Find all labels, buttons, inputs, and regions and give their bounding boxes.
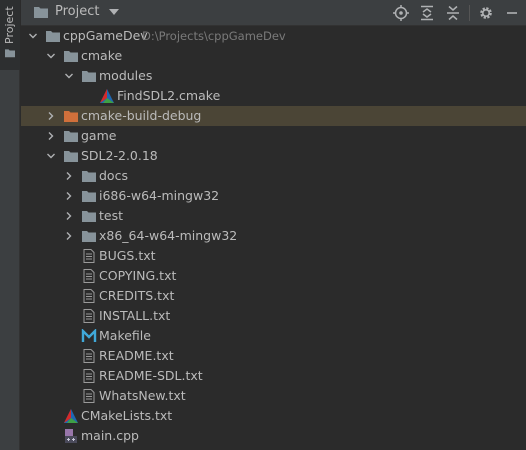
project-tool-tab-label: Project bbox=[3, 6, 16, 44]
chevron-down-icon[interactable] bbox=[46, 151, 56, 161]
tree-item-game[interactable]: game bbox=[21, 126, 526, 146]
chevron-right-icon[interactable] bbox=[64, 231, 74, 241]
tree-item-findsdl2[interactable]: FindSDL2.cmake bbox=[21, 86, 526, 106]
tree-item-cmakelists[interactable]: CMakeLists.txt bbox=[21, 406, 526, 426]
tree-item-test[interactable]: test bbox=[21, 206, 526, 226]
tree-item-label: modules bbox=[99, 68, 153, 83]
tree-item-whatsnew[interactable]: WhatsNew.txt bbox=[21, 386, 526, 406]
project-header: Project bbox=[21, 0, 526, 26]
folder-icon bbox=[4, 48, 16, 58]
chevron-right-icon[interactable] bbox=[64, 211, 74, 221]
chevron-down-icon[interactable] bbox=[28, 31, 38, 41]
tree-item-label: game bbox=[81, 128, 117, 143]
folder-icon bbox=[81, 229, 97, 243]
tree-item-label: cppGameDev bbox=[63, 28, 148, 43]
tree-item-label: README-SDL.txt bbox=[99, 368, 203, 383]
tree-item-install[interactable]: INSTALL.txt bbox=[21, 306, 526, 326]
project-view-selector[interactable]: Project bbox=[33, 4, 120, 19]
makefile-icon bbox=[81, 329, 97, 342]
tree-item-label: x86_64-w64-mingw32 bbox=[99, 228, 238, 243]
tree-item-bugs[interactable]: BUGS.txt bbox=[21, 246, 526, 266]
text-file-icon bbox=[81, 269, 97, 283]
tree-item-label: SDL2-2.0.18 bbox=[81, 148, 158, 163]
tree-item-main-cpp[interactable]: main.cpp bbox=[21, 426, 526, 446]
locate-icon[interactable] bbox=[392, 4, 410, 22]
expand-all-icon[interactable] bbox=[418, 4, 436, 22]
tree-item-docs[interactable]: docs bbox=[21, 166, 526, 186]
project-title: Project bbox=[55, 4, 100, 19]
project-tree: cppGameDev D:\Projects\cppGameDev cmake … bbox=[21, 26, 526, 450]
tree-item-label: i686-w64-mingw32 bbox=[99, 188, 220, 203]
excluded-folder-icon bbox=[63, 109, 79, 123]
tree-item-label: Makefile bbox=[99, 328, 151, 343]
folder-icon bbox=[33, 5, 49, 19]
chevron-right-icon[interactable] bbox=[64, 171, 74, 181]
tree-item-copying[interactable]: COPYING.txt bbox=[21, 266, 526, 286]
collapse-all-icon[interactable] bbox=[444, 4, 462, 22]
cpp-file-icon bbox=[65, 429, 77, 443]
chevron-right-icon[interactable] bbox=[64, 191, 74, 201]
tree-item-readme-sdl[interactable]: README-SDL.txt bbox=[21, 366, 526, 386]
tree-item-i686[interactable]: i686-w64-mingw32 bbox=[21, 186, 526, 206]
cmake-icon bbox=[63, 409, 79, 423]
tree-item-cmake[interactable]: cmake bbox=[21, 46, 526, 66]
chevron-down-icon[interactable] bbox=[46, 51, 56, 61]
tree-item-cmake-build-debug[interactable]: cmake-build-debug bbox=[21, 106, 526, 126]
text-file-icon bbox=[81, 349, 97, 363]
tree-item-label: FindSDL2.cmake bbox=[117, 88, 221, 103]
project-tool-tab[interactable]: Project bbox=[0, 0, 20, 70]
tree-item-label: README.txt bbox=[99, 348, 174, 363]
minimize-icon[interactable] bbox=[503, 4, 521, 22]
text-file-icon bbox=[81, 309, 97, 323]
folder-icon bbox=[45, 29, 61, 43]
chevron-down-icon[interactable] bbox=[64, 71, 74, 81]
tree-item-label: WhatsNew.txt bbox=[99, 388, 186, 403]
text-file-icon bbox=[81, 389, 97, 403]
tree-item-label: COPYING.txt bbox=[99, 268, 177, 283]
chevron-right-icon[interactable] bbox=[46, 131, 56, 141]
tool-window-strip: Project bbox=[0, 0, 20, 450]
cmake-icon bbox=[99, 89, 115, 103]
tree-item-x86[interactable]: x86_64-w64-mingw32 bbox=[21, 226, 526, 246]
folder-icon bbox=[81, 169, 97, 183]
text-file-icon bbox=[81, 249, 97, 263]
tree-item-sdl2[interactable]: SDL2-2.0.18 bbox=[21, 146, 526, 166]
gear-icon[interactable] bbox=[477, 4, 495, 22]
tree-item-label: cmake bbox=[81, 48, 123, 63]
project-path: D:\Projects\cppGameDev bbox=[142, 29, 286, 43]
tree-item-label: docs bbox=[99, 168, 128, 183]
tree-item-label: test bbox=[99, 208, 124, 223]
tree-item-label: BUGS.txt bbox=[99, 248, 156, 263]
folder-icon bbox=[63, 149, 79, 163]
tree-item-credits[interactable]: CREDITS.txt bbox=[21, 286, 526, 306]
tree-item-label: cmake-build-debug bbox=[81, 108, 202, 123]
tree-item-label: main.cpp bbox=[81, 428, 139, 443]
tree-item-readme[interactable]: README.txt bbox=[21, 346, 526, 366]
header-divider bbox=[469, 5, 470, 21]
chevron-down-icon bbox=[109, 8, 120, 15]
folder-icon bbox=[63, 49, 79, 63]
folder-icon bbox=[81, 209, 97, 223]
folder-icon bbox=[63, 129, 79, 143]
tree-item-cppgamedev[interactable]: cppGameDev D:\Projects\cppGameDev bbox=[21, 26, 526, 46]
tree-item-makefile[interactable]: Makefile bbox=[21, 326, 526, 346]
tree-item-label: CREDITS.txt bbox=[99, 288, 175, 303]
folder-icon bbox=[81, 189, 97, 203]
tree-item-label: CMakeLists.txt bbox=[81, 408, 173, 423]
folder-icon bbox=[81, 69, 97, 83]
text-file-icon bbox=[81, 369, 97, 383]
tree-item-label: INSTALL.txt bbox=[99, 308, 171, 323]
chevron-right-icon[interactable] bbox=[46, 111, 56, 121]
text-file-icon bbox=[81, 289, 97, 303]
tree-item-modules[interactable]: modules bbox=[21, 66, 526, 86]
